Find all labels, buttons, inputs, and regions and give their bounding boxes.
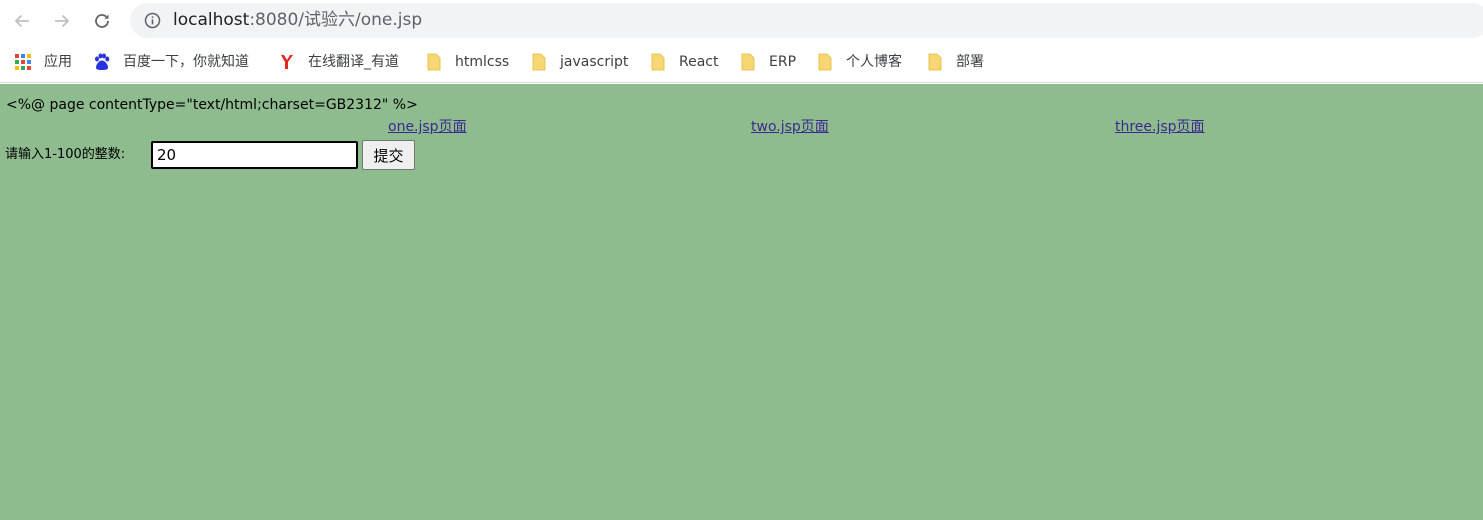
bookmark-label: 在线翻译_有道 [308, 54, 399, 70]
arrow-left-icon [14, 14, 29, 28]
bookmark-youdao[interactable]: 在线翻译_有道 [278, 51, 399, 73]
integer-input[interactable] [151, 141, 358, 169]
jsp-directive-text: <%@ page contentType="text/html;charset=… [6, 97, 418, 113]
bookmark-folder-javascript[interactable]: javascript [530, 51, 628, 73]
bookmark-label: 部署 [956, 54, 984, 70]
folder-icon [651, 53, 665, 71]
browser-toolbar: localhost:8080/试验六/one.jsp [0, 0, 1483, 41]
bookmark-folder-blog[interactable]: 个人博客 [816, 51, 902, 73]
bookmark-label: htmlcss [455, 54, 510, 70]
apps-grid-icon [15, 54, 31, 70]
info-icon[interactable] [144, 12, 161, 29]
bookmark-folder-react[interactable]: React [649, 51, 718, 73]
reload-icon [95, 14, 109, 28]
address-bar[interactable]: localhost:8080/试验六/one.jsp [130, 3, 1483, 38]
url-host: localhost [173, 10, 250, 30]
reload-button[interactable] [89, 8, 115, 34]
bookmark-baidu[interactable]: 百度一下，你就知道 [93, 51, 249, 73]
folder-icon [741, 53, 755, 71]
bookmarks-bar: 应用 百度一下，你就知道 在线翻译_有道 htmlcss javascript … [0, 41, 1483, 83]
folder-icon [818, 53, 832, 71]
forward-button[interactable] [49, 8, 75, 34]
url-path: :8080/试验六/one.jsp [249, 10, 423, 30]
page-body: <%@ page contentType="text/html;charset=… [0, 84, 1483, 520]
bookmark-label: 个人博客 [846, 54, 902, 70]
youdao-icon [281, 55, 293, 69]
url-text: localhost:8080/试验六/one.jsp [173, 10, 422, 31]
back-button[interactable] [9, 8, 35, 34]
link-two-jsp[interactable]: two.jsp页面 [751, 118, 829, 136]
integer-prompt-label: 请输入1-100的整数: [5, 147, 126, 162]
bookmark-label: 应用 [44, 54, 72, 70]
folder-icon [532, 53, 546, 71]
baidu-paw-icon [95, 53, 110, 70]
bookmark-apps[interactable]: 应用 [14, 51, 72, 73]
link-three-jsp[interactable]: three.jsp页面 [1115, 118, 1205, 136]
submit-button[interactable]: 提交 [362, 140, 415, 170]
bookmark-folder-htmlcss[interactable]: htmlcss [425, 51, 509, 73]
bookmark-label: ERP [769, 54, 797, 70]
folder-icon [427, 53, 441, 71]
bookmark-label: React [679, 54, 719, 70]
bookmark-label: javascript [560, 54, 629, 70]
bookmark-label: 百度一下，你就知道 [123, 54, 249, 70]
bookmark-folder-erp[interactable]: ERP [739, 51, 796, 73]
bookmark-folder-deploy[interactable]: 部署 [926, 51, 984, 73]
folder-icon [928, 53, 942, 71]
arrow-right-icon [55, 14, 70, 28]
link-one-jsp[interactable]: one.jsp页面 [388, 118, 467, 136]
